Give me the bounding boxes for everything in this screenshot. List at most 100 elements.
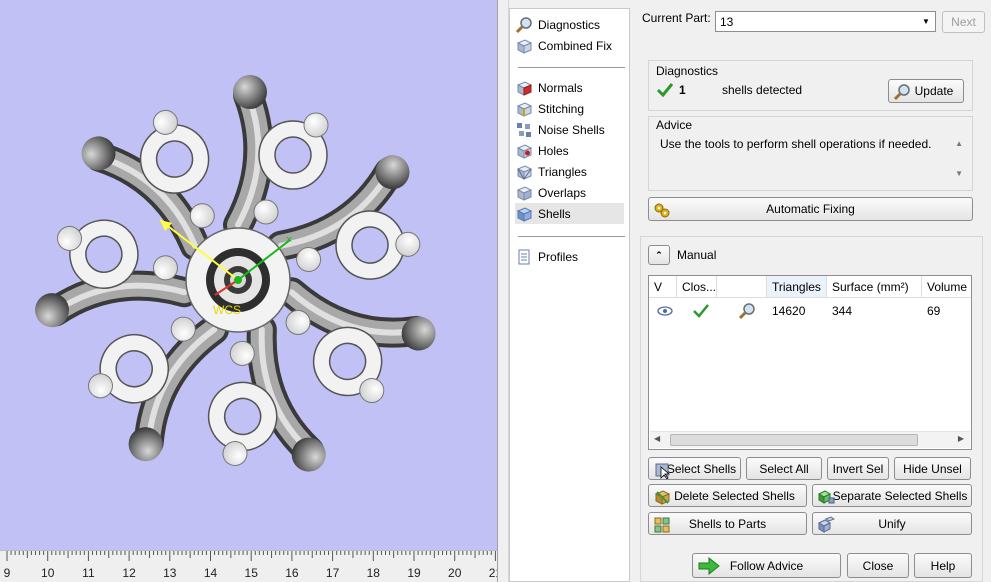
scroll-up-icon[interactable]: ▲ [955,139,963,148]
cell-volume: 69 [927,304,941,318]
ruler-tick-label: 13 [163,566,177,580]
nav-item-label: Combined Fix [538,38,613,53]
select-shells-icon [653,461,671,480]
shells-count: 1 [679,83,686,97]
ruler-tick-label: 12 [122,566,136,580]
follow-advice-button[interactable]: Follow Advice [692,553,841,578]
gears-icon [653,201,671,219]
ruler-tick-label: 17 [326,566,340,580]
noise-shells-icon [515,121,533,139]
shells-detected-text: shells detected [722,83,803,97]
model-render[interactable]: × WCS [0,0,497,550]
nav-item-holes[interactable]: Holes [515,140,624,161]
chevron-up-icon: ⌃ [655,249,663,260]
cube-icon [515,37,533,55]
magnifier-icon [515,16,533,34]
nav-item-overlaps[interactable]: Overlaps [515,182,624,203]
column-header-volume[interactable]: Volume [922,276,971,298]
shells-to-parts-button[interactable]: Shells to Parts [648,512,807,535]
advice-text: Use the tools to perform shell operation… [660,137,932,151]
unify-button[interactable]: Unify [812,512,972,535]
ruler-tick-label: 19 [407,566,421,580]
delete-shells-icon [653,488,671,506]
cell-surface: 344 [832,304,853,318]
green-arrow-icon [698,556,720,576]
3d-viewport[interactable]: × WCS 9 10 11 12 13 14 15 16 17 18 19 20 21 [0,0,497,582]
nav-item-label: Shells [538,206,571,221]
close-button[interactable]: Close [847,553,909,578]
nav-item-label: Noise Shells [538,122,605,137]
shells-icon [515,205,533,223]
shells-table[interactable]: V Clos... Triangles Surface (mm²) Volume… [648,275,972,450]
nav-item-shells[interactable]: Shells [515,203,624,224]
unify-icon [817,516,836,534]
nav-item-label: Holes [538,143,569,158]
horizontal-scrollbar[interactable]: ◀ ▶ [650,431,970,448]
nav-item-stitching[interactable]: Stitching [515,98,624,119]
fix-navigation-panel: Diagnostics Combined Fix Normals Stitchi… [509,8,630,582]
chevron-down-icon: ▼ [922,16,930,26]
nav-item-diagnostics[interactable]: Diagnostics [515,14,624,35]
ruler-tick-label: 14 [204,566,218,580]
nav-item-profiles[interactable]: Profiles [515,246,624,267]
current-part-value: 13 [720,14,734,29]
advice-textbox: Use the tools to perform shell operation… [652,133,969,185]
help-button[interactable]: Help [914,553,972,578]
nav-item-combined-fix[interactable]: Combined Fix [515,35,624,56]
axis-label: WCS [213,303,241,317]
stitching-cube-icon [515,100,533,118]
model-arm [276,277,436,404]
scroll-left-icon[interactable]: ◀ [654,434,660,443]
closed-check-icon [687,300,710,322]
scroll-down-icon[interactable]: ▼ [955,169,963,178]
ruler-tick-label: 11 [82,566,95,580]
nav-item-label: Triangles [538,164,587,179]
panel-splitter[interactable] [497,0,509,582]
document-icon [515,248,533,266]
current-part-label: Current Part: [642,11,711,25]
model-arm [87,314,230,462]
holes-cube-icon [515,142,533,160]
next-part-button[interactable]: Next [942,11,985,33]
select-shells-button[interactable]: Select Shells [648,457,741,480]
eye-icon[interactable] [651,300,674,322]
scrollbar-thumb[interactable] [670,434,918,446]
select-all-button[interactable]: Select All [746,457,822,480]
separate-selected-shells-button[interactable]: Separate Selected Shells [812,484,972,507]
automatic-fixing-button[interactable]: Automatic Fixing [648,197,973,221]
ruler-tick-label: 20 [448,566,462,580]
checkmark-icon [656,81,674,102]
ruler-tick-label: 16 [285,566,299,580]
ruler-tick-label: 18 [367,566,381,580]
separate-shells-icon [817,488,835,506]
ruler-tick-label: 15 [245,566,259,580]
current-part-select[interactable]: 13 ▼ [715,11,936,32]
hide-unselected-button[interactable]: Hide Unsel [894,457,971,480]
ruler-tick-label: 10 [41,566,55,580]
zoom-shell-icon[interactable] [733,300,756,322]
shells-to-parts-icon [653,516,671,534]
scroll-right-icon[interactable]: ▶ [958,434,964,443]
ruler-tick-label: 9 [4,566,11,580]
nav-item-label: Diagnostics [538,17,601,32]
nav-item-noise-shells[interactable]: Noise Shells [515,119,624,140]
collapse-manual-button[interactable]: ⌃ [648,245,670,265]
column-header-triangles[interactable]: Triangles [767,276,827,298]
svg-text:×: × [286,234,292,246]
column-header-closed[interactable]: Clos... [677,276,717,298]
column-header-action[interactable] [717,276,767,298]
delete-selected-shells-button[interactable]: Delete Selected Shells [648,484,807,507]
column-header-visible[interactable]: V [649,276,677,298]
overlaps-icon [515,184,533,202]
model-arm [223,75,329,240]
invert-selection-button[interactable]: Invert Sel [827,457,889,480]
nav-item-normals[interactable]: Normals [515,77,624,98]
column-header-surface[interactable]: Surface (mm²) [827,276,922,298]
update-button[interactable]: Update [888,79,964,103]
nav-separator [518,67,625,68]
nav-item-label: Profiles [538,249,579,264]
nav-item-label: Overlaps [538,185,587,200]
manual-label: Manual [677,248,717,262]
nav-item-triangles[interactable]: Triangles [515,161,624,182]
triangles-icon [515,163,533,181]
